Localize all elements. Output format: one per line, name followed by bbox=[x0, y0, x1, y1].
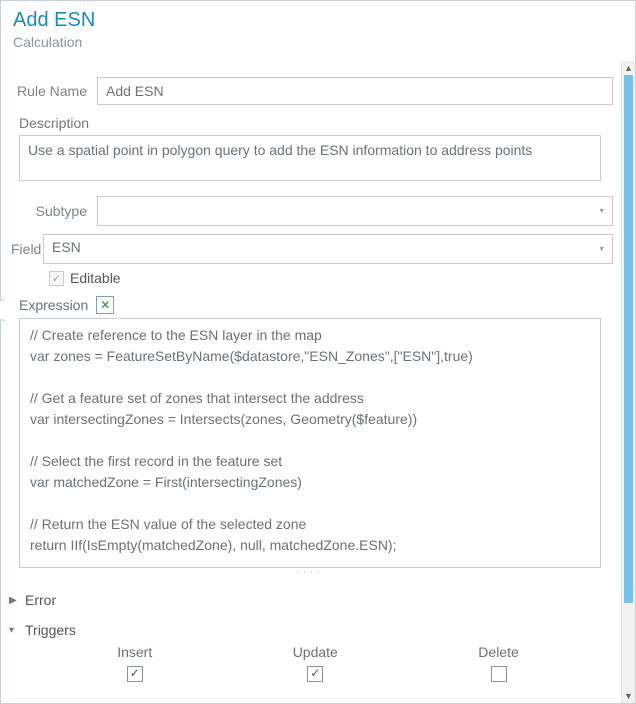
trigger-update-checkbox[interactable] bbox=[307, 666, 323, 682]
field-select[interactable]: ESN ▾ bbox=[43, 234, 613, 264]
editable-label: Editable bbox=[70, 270, 121, 286]
subtype-row: Subtype ▾ bbox=[7, 196, 613, 226]
scroll-down-arrow-icon[interactable]: ▼ bbox=[622, 689, 635, 703]
chevron-down-icon: ▾ bbox=[599, 244, 604, 255]
scroll-thumb[interactable] bbox=[624, 75, 633, 603]
panel-title: Add ESN bbox=[13, 9, 623, 32]
rule-name-row: Rule Name bbox=[7, 77, 613, 105]
editable-row: Editable bbox=[49, 270, 613, 286]
trigger-col-delete: Delete bbox=[478, 644, 518, 682]
triggers-body: Insert Update Delete bbox=[7, 642, 613, 686]
chevron-down-icon: ▾ bbox=[599, 206, 604, 217]
error-section-header[interactable]: ▶ Error bbox=[9, 592, 611, 608]
scroll-up-arrow-icon[interactable]: ▲ bbox=[622, 61, 635, 75]
vertical-scrollbar[interactable]: ▲ ▼ bbox=[621, 61, 635, 703]
rule-name-input[interactable] bbox=[97, 77, 613, 105]
field-value: ESN bbox=[52, 239, 81, 255]
description-input[interactable]: Use a spatial point in polygon query to … bbox=[19, 135, 601, 181]
form-scroll-area: Rule Name Description Use a spatial poin… bbox=[1, 61, 621, 703]
add-rule-panel: Add ESN Calculation Rule Name Descriptio… bbox=[0, 0, 636, 704]
panel-subtitle: Calculation bbox=[13, 34, 623, 50]
triggers-section-header[interactable]: ▾ Triggers bbox=[9, 622, 611, 638]
subtype-select[interactable]: ▾ bbox=[97, 196, 613, 226]
trigger-col-insert: Insert bbox=[117, 644, 152, 682]
panel-header: Add ESN Calculation bbox=[1, 1, 635, 54]
trigger-delete-checkbox[interactable] bbox=[491, 666, 507, 682]
trigger-delete-label: Delete bbox=[478, 644, 518, 660]
description-label: Description bbox=[19, 115, 601, 131]
triggers-section-label: Triggers bbox=[25, 622, 76, 638]
field-row: Field ESN ▾ bbox=[7, 234, 613, 264]
trigger-col-update: Update bbox=[293, 644, 338, 682]
field-indicator-icon bbox=[1, 299, 5, 321]
resize-handle[interactable]: ···· bbox=[19, 570, 601, 578]
subtype-label: Subtype bbox=[7, 203, 97, 219]
expression-label: Expression bbox=[19, 297, 88, 313]
expression-icon: ✕ bbox=[100, 298, 110, 312]
chevron-right-icon: ▶ bbox=[9, 595, 19, 606]
trigger-update-label: Update bbox=[293, 644, 338, 660]
chevron-down-icon: ▾ bbox=[9, 625, 19, 636]
rule-name-label: Rule Name bbox=[7, 83, 97, 99]
editable-checkbox bbox=[49, 271, 64, 286]
field-label: Field bbox=[7, 241, 43, 257]
expression-builder-button[interactable]: ✕ bbox=[96, 296, 114, 314]
trigger-insert-checkbox[interactable] bbox=[127, 666, 143, 682]
error-section-label: Error bbox=[25, 592, 56, 608]
trigger-insert-label: Insert bbox=[117, 644, 152, 660]
expression-editor[interactable]: // Create reference to the ESN layer in … bbox=[19, 318, 601, 568]
